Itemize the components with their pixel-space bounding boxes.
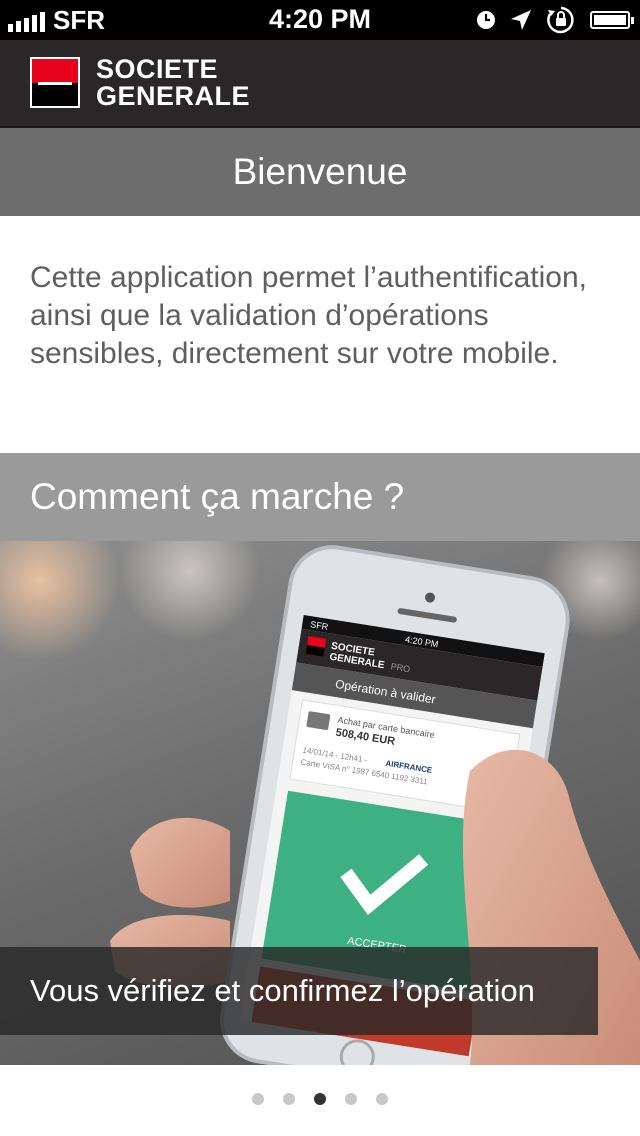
status-bar: SFR 4:20 PM bbox=[0, 0, 640, 40]
carousel-caption: Vous vérifiez et confirmez l’opération bbox=[0, 947, 598, 1035]
logo-line2: GENERALE bbox=[96, 81, 251, 111]
logo-line1: SOCIETE bbox=[96, 54, 219, 84]
status-right bbox=[476, 6, 634, 34]
battery-icon bbox=[590, 11, 634, 29]
page-dot-4[interactable] bbox=[345, 1093, 357, 1105]
page-indicator[interactable] bbox=[0, 1093, 640, 1105]
page-dot-1[interactable] bbox=[252, 1093, 264, 1105]
rotation-lock-icon bbox=[547, 6, 574, 34]
alarm-icon bbox=[477, 11, 495, 29]
welcome-title: Bienvenue bbox=[0, 128, 640, 216]
how-it-works-title: Comment ça marche ? bbox=[0, 453, 640, 541]
app-header: SOCIETE GENERALE bbox=[0, 40, 640, 128]
page-dot-5[interactable] bbox=[376, 1093, 388, 1105]
carousel-slide-image[interactable]: SFR 4:20 PM SOCIETE GENERALE PRO Opérati… bbox=[0, 541, 640, 1065]
location-arrow-icon bbox=[511, 10, 531, 30]
logo-text: SOCIETE GENERALE bbox=[96, 56, 250, 110]
logo-mark-icon bbox=[30, 57, 80, 108]
page-dot-3[interactable] bbox=[314, 1093, 326, 1105]
page-dot-2[interactable] bbox=[283, 1093, 295, 1105]
welcome-text: Cette application permet l’authentificat… bbox=[30, 261, 587, 370]
